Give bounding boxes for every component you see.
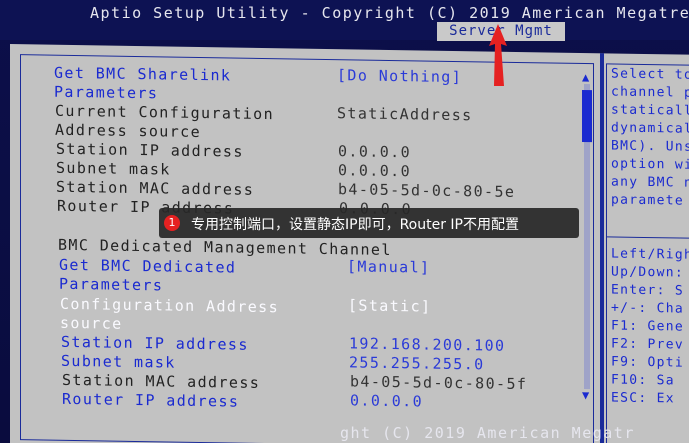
option-get-bmc-dedicated[interactable]: Get BMC Dedicated (59, 256, 236, 277)
help-line: paramete (611, 192, 685, 209)
help-line: any BMC n (611, 174, 689, 191)
panel-divider (600, 53, 604, 443)
option-subnet-mask[interactable]: Subnet mask (61, 352, 176, 372)
scroll-up-icon[interactable]: ▲ (582, 70, 589, 84)
option-parameters-label-2[interactable]: Parameters (59, 275, 163, 295)
setup-panel: Get BMC Sharelink [Do Nothing] Parameter… (10, 44, 689, 443)
station-mac-value-2: b4-05-5d-0c-80-5f (350, 372, 528, 394)
station-ip-value: 0.0.0.0 (338, 142, 412, 162)
key-hint: Left/Righ (611, 246, 689, 263)
annotation-text: 专用控制端口，设置静态IP即可，Router IP不用配置 (191, 217, 519, 233)
value-subnet-mask[interactable]: 255.255.255.0 (349, 353, 485, 373)
scrollbar[interactable]: ▲ ▼ (580, 70, 594, 402)
help-line: option wi (611, 156, 689, 173)
help-line: channel pa (611, 84, 689, 101)
subnet-mask-value: 0.0.0.0 (338, 161, 412, 181)
help-line: BMC). Unsp (611, 138, 689, 155)
address-source-label: Address source (55, 120, 202, 142)
scrollbar-thumb[interactable] (582, 89, 592, 143)
option-get-bmc-sharelink-parameters[interactable]: Get BMC Sharelink (54, 64, 231, 85)
annotation-badge: 1 (164, 215, 180, 231)
value-configuration-address-source[interactable]: [Static] (348, 296, 431, 315)
bmc-dedicated-channel-heading: BMC Dedicated Management Channel (58, 235, 392, 259)
option-source-label[interactable]: source (60, 314, 123, 333)
help-separator (607, 236, 689, 239)
value-station-ip-address[interactable]: 192.168.200.100 (349, 334, 505, 354)
window-title: Aptio Setup Utility - Copyright (C) 2019… (90, 4, 689, 22)
help-line: statically (611, 102, 689, 119)
subnet-mask-label: Subnet mask (56, 158, 171, 179)
key-hint: +/-: Cha (611, 300, 685, 317)
value-get-bmc-dedicated[interactable]: [Manual] (347, 257, 430, 276)
option-station-ip-address[interactable]: Station IP address (61, 333, 249, 354)
option-parameters-label[interactable]: Parameters (54, 83, 158, 103)
red-arrow-icon (489, 24, 507, 86)
key-hint: Up/Down: (611, 264, 685, 281)
station-ip-label: Station IP address (56, 139, 244, 161)
key-hint: ESC: Ex (611, 390, 675, 407)
key-hint: Enter: S (611, 282, 685, 299)
header-bar: Aptio Setup Utility - Copyright (C) 2019… (0, 0, 689, 41)
station-mac-value: b4-05-5d-0c-80-5e (338, 180, 516, 201)
value-router-ip-address[interactable]: 0.0.0.0 (350, 391, 423, 410)
current-configuration-value: StaticAddress (337, 104, 473, 125)
current-configuration-label: Current Configuration (55, 101, 275, 124)
key-hint: F9: Opti (611, 354, 685, 371)
value-get-bmc-sharelink[interactable]: [Do Nothing] (337, 66, 462, 86)
help-line: dynamicall (611, 120, 689, 137)
help-panel: Select to channel pa statically dynamica… (606, 63, 689, 443)
option-configuration-address-source-selected[interactable]: Configuration Address (60, 295, 279, 316)
scroll-down-icon[interactable]: ▼ (582, 388, 589, 402)
bios-screen: Aptio Setup Utility - Copyright (C) 2019… (0, 0, 689, 443)
station-mac-label-2: Station MAC address (62, 370, 261, 392)
key-hint: F10: Sa (611, 372, 675, 389)
key-hint: F1: Gene (611, 318, 685, 335)
option-router-ip-address[interactable]: Router IP address (62, 390, 239, 411)
station-mac-label: Station MAC address (56, 177, 255, 199)
settings-list: Get BMC Sharelink [Do Nothing] Parameter… (20, 54, 594, 443)
key-hint: F2: Prev (611, 336, 685, 353)
footer-copyright: ght (C) 2019 American Megatr (340, 424, 635, 442)
help-line: Select to (611, 66, 689, 83)
annotation-callout: 1 专用控制端口，设置静态IP即可，Router IP不用配置 (159, 208, 579, 238)
